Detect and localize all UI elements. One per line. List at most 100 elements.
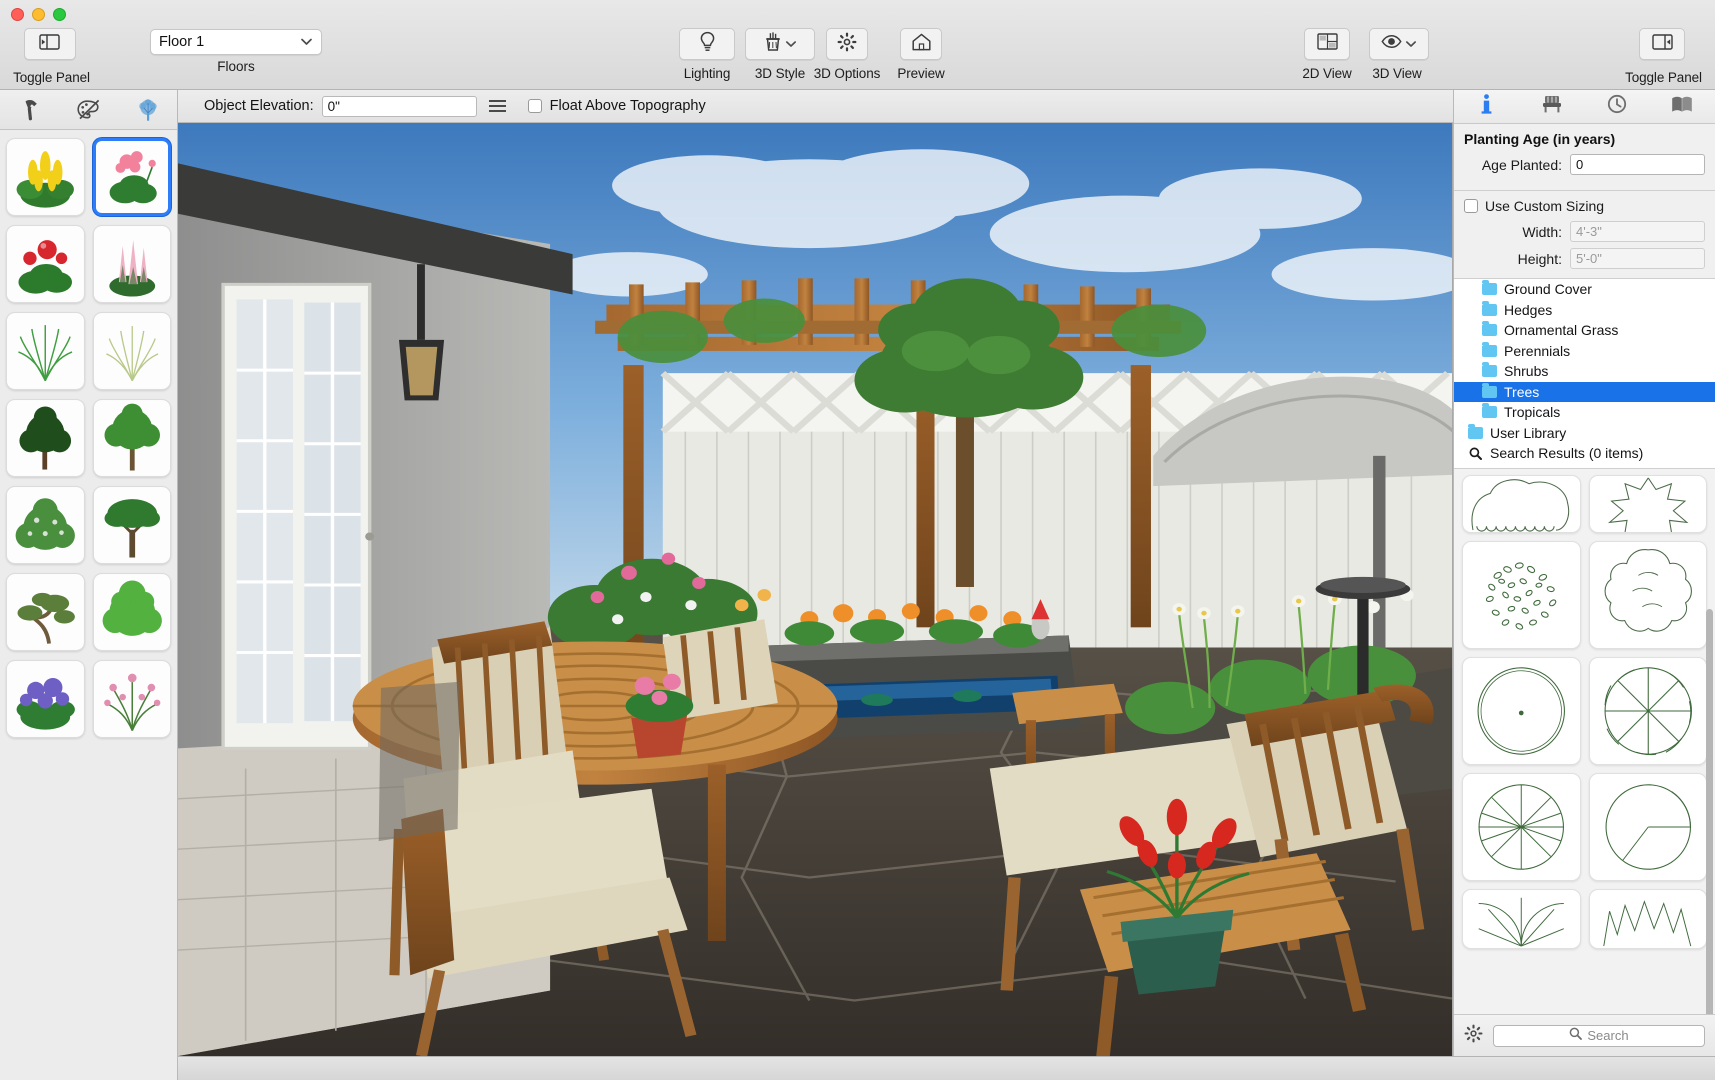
info-icon — [1481, 94, 1492, 119]
tree-item-ground-cover[interactable]: Ground Cover — [1454, 279, 1715, 300]
tree-item-tropicals[interactable]: Tropicals — [1454, 402, 1715, 423]
folder-icon — [1482, 362, 1497, 378]
symbol-cell[interactable] — [1588, 475, 1707, 533]
plant-thumbnail[interactable] — [92, 660, 171, 738]
plant-thumbnail[interactable] — [92, 225, 171, 303]
tree-item-ornamental-grass[interactable]: Ornamental Grass — [1454, 320, 1715, 341]
status-bar-left-cap — [0, 1056, 178, 1080]
planting-age-section: Planting Age (in years) Age Planted: 0 — [1454, 124, 1715, 191]
symbol-cell[interactable] — [1462, 773, 1581, 881]
symbol-grid[interactable] — [1454, 469, 1715, 1014]
tree-item-search-results[interactable]: Search Results (0 items) — [1454, 443, 1715, 464]
view-2d-button-box[interactable] — [1304, 28, 1350, 60]
right-panel: Planting Age (in years) Age Planted: 0 U… — [1453, 90, 1715, 1056]
tree-item-hedges[interactable]: Hedges — [1454, 300, 1715, 321]
use-custom-sizing-row[interactable]: Use Custom Sizing — [1464, 198, 1705, 214]
tab-info[interactable] — [1464, 94, 1510, 120]
lighting-button-box[interactable] — [679, 28, 735, 60]
width-input[interactable]: 4'-3" — [1570, 221, 1705, 242]
toggle-panel-left[interactable] — [22, 28, 77, 60]
plant-thumbnail[interactable] — [6, 138, 85, 216]
toggle-panel-right-button[interactable] — [1639, 28, 1685, 60]
floors-dropdown[interactable]: Floor 1 — [150, 29, 322, 55]
view-3d-chevron-down-icon[interactable] — [1405, 35, 1417, 53]
plant-thumbnail[interactable] — [92, 399, 171, 477]
plant-thumbnail[interactable] — [6, 573, 85, 651]
library-search-input[interactable]: Search — [1493, 1024, 1705, 1047]
floorplan-grid-icon — [1316, 33, 1338, 55]
tab-history[interactable] — [1594, 94, 1640, 120]
use-custom-sizing-label: Use Custom Sizing — [1485, 198, 1605, 214]
use-custom-sizing-checkbox[interactable] — [1464, 199, 1478, 213]
tree-item-label: Tropicals — [1504, 404, 1561, 421]
view-3d-button[interactable] — [1368, 28, 1430, 60]
plant-thumbnail[interactable] — [6, 312, 85, 390]
status-bar — [0, 1056, 1715, 1080]
style-button[interactable] — [744, 28, 816, 60]
tree-item-trees[interactable]: Trees — [1454, 381, 1715, 402]
symbol-cell[interactable] — [1588, 541, 1707, 649]
plant-thumbnail-grid[interactable] — [0, 130, 177, 1056]
lighting-button[interactable] — [678, 28, 736, 60]
tree-item-label: Shrubs — [1504, 363, 1549, 380]
height-input[interactable]: 5'-0" — [1570, 248, 1705, 269]
symbol-cell[interactable] — [1588, 773, 1707, 881]
age-planted-label: Age Planted: — [1481, 156, 1562, 173]
book-library-icon — [1671, 95, 1693, 119]
plant-thumbnail[interactable] — [92, 486, 171, 564]
gear-icon[interactable] — [1464, 1024, 1483, 1048]
toggle-panel-left-label: Toggle Panel — [13, 70, 90, 85]
main-toolbar: Toggle Panel Floor 1 Floors Lighting 3D … — [0, 0, 1715, 90]
window-traffic-lights — [11, 8, 66, 21]
toggle-panel-right[interactable] — [1638, 28, 1686, 60]
palette-brush-icon[interactable] — [74, 96, 104, 124]
minimize-button[interactable] — [32, 8, 45, 21]
symbol-cell[interactable] — [1462, 889, 1581, 949]
app-window: Toggle Panel Floor 1 Floors Lighting 3D … — [0, 0, 1715, 1080]
plant-thumbnail[interactable] — [92, 312, 171, 390]
plant-thumbnail[interactable] — [6, 660, 85, 738]
preview-button[interactable] — [899, 28, 943, 60]
plant-thumbnail[interactable] — [6, 486, 85, 564]
symbol-cell[interactable] — [1462, 541, 1581, 649]
list-menu-icon[interactable] — [488, 100, 506, 112]
object-elevation-input[interactable]: 0" — [321, 95, 477, 117]
toggle-panel-left-button[interactable] — [23, 28, 76, 60]
close-button[interactable] — [11, 8, 24, 21]
folder-icon — [1482, 300, 1497, 316]
furniture-chair-icon — [1541, 94, 1563, 119]
preview-button-box[interactable] — [900, 28, 942, 60]
folder-icon — [1482, 341, 1497, 357]
symbol-cell[interactable] — [1462, 475, 1581, 533]
float-above-topography-checkbox[interactable] — [527, 99, 542, 113]
tree-plant-icon[interactable] — [133, 96, 163, 124]
age-planted-input[interactable]: 0 — [1570, 154, 1705, 175]
library-tree[interactable]: Ground Cover Hedges Ornamental Grass Per… — [1454, 279, 1715, 469]
plant-thumbnail[interactable] — [6, 225, 85, 303]
tab-library[interactable] — [1659, 94, 1705, 120]
symbol-grid-scrollbar[interactable] — [1706, 609, 1713, 1014]
view-3d-button-box[interactable] — [1369, 28, 1429, 60]
tree-item-user-library[interactable]: User Library — [1454, 423, 1715, 444]
view-2d-button[interactable] — [1303, 28, 1351, 60]
custom-sizing-section: Use Custom Sizing Width: 4'-3" Height: 5… — [1454, 191, 1715, 279]
paintbrush-cup-icon — [763, 31, 783, 57]
tab-furniture[interactable] — [1529, 94, 1575, 120]
tree-item-shrubs[interactable]: Shrubs — [1454, 361, 1715, 382]
3d-viewport[interactable] — [178, 123, 1453, 1056]
zoom-button[interactable] — [53, 8, 66, 21]
symbol-cell[interactable] — [1588, 889, 1707, 949]
folder-icon — [1482, 403, 1497, 419]
tree-item-perennials[interactable]: Perennials — [1454, 341, 1715, 362]
plant-thumbnail[interactable] — [92, 573, 171, 651]
symbol-cell[interactable] — [1588, 657, 1707, 765]
hammer-icon[interactable] — [15, 96, 45, 124]
symbol-cell[interactable] — [1462, 657, 1581, 765]
options-button-box[interactable] — [826, 28, 868, 60]
object-elevation-label: Object Elevation: — [204, 98, 314, 114]
options-button[interactable] — [825, 28, 869, 60]
plant-thumbnail-selected[interactable] — [92, 138, 171, 216]
style-chevron-down-icon[interactable] — [785, 35, 797, 53]
plant-thumbnail[interactable] — [6, 399, 85, 477]
style-button-box[interactable] — [745, 28, 815, 60]
